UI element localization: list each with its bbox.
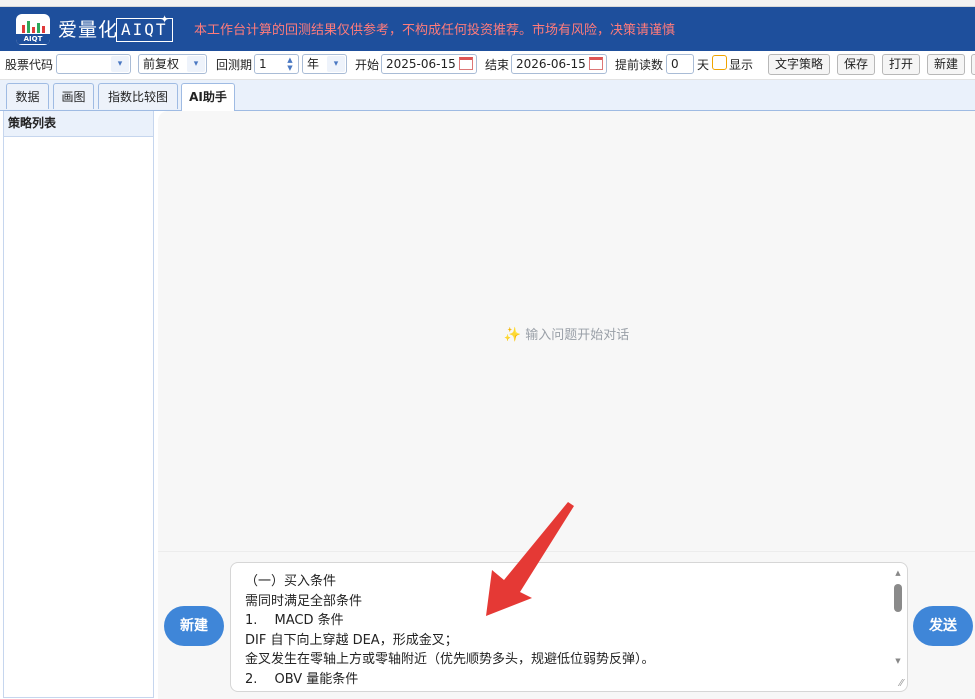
tab-index-compare[interactable]: 指数比较图: [98, 83, 178, 109]
strategy-list-panel: 策略列表: [3, 111, 154, 698]
preload-value: 0: [671, 57, 679, 71]
chat-history: ✨ 输入问题开始对话: [158, 111, 975, 551]
brand-sparkle-icon: ✦: [160, 13, 170, 26]
app-header: AIQT 爱量化 AIQT ✦ 本工作台计算的回测结果仅供参考，不构成任何投资推…: [0, 7, 975, 51]
window-top-strip: [0, 0, 975, 7]
tab-ai-assistant[interactable]: AI助手: [181, 83, 235, 111]
new-chat-button[interactable]: 新建: [164, 606, 224, 646]
brand-name: 爱量化: [58, 19, 119, 41]
annotation-arrow-icon: [486, 502, 574, 616]
text-strategy-button[interactable]: 文字策略: [768, 54, 831, 75]
scroll-thumb[interactable]: [894, 584, 902, 612]
tab-bar: 数据 画图 指数比较图 AI助手: [0, 80, 975, 111]
empty-chat-hint: ✨ 输入问题开始对话: [158, 324, 975, 343]
chevron-down-icon[interactable]: ▾: [327, 56, 345, 72]
preload-input[interactable]: 0: [666, 54, 694, 74]
start-date-input[interactable]: 2025-06-15: [381, 54, 477, 74]
period-value: 1: [259, 57, 267, 71]
new-file-button[interactable]: 新建: [927, 54, 966, 75]
input-scrollbar[interactable]: ▲ ▼: [893, 569, 903, 665]
toolbar: 股票代码 ▾ 前复权 ▾ 回测期 1 ▲ ▼ 年 ▾ 开始 2025-06-15 …: [0, 51, 975, 80]
sparkle-icon: ✨: [503, 327, 522, 343]
chevron-down-icon[interactable]: ▾: [111, 56, 129, 72]
input-line: 2. OBV 量能条件: [245, 671, 359, 687]
calendar-icon[interactable]: [459, 57, 473, 70]
logo-text: AIQT: [16, 34, 50, 44]
chevron-down-icon[interactable]: ▾: [187, 56, 205, 72]
input-line: DIF 自下向上穿越 DEA，形成金叉；: [245, 632, 458, 648]
end-date-input[interactable]: 2026-06-15: [511, 54, 607, 74]
stock-code-select[interactable]: ▾: [56, 54, 131, 74]
spinner-icon[interactable]: ▲ ▼: [283, 56, 297, 72]
tab-draw[interactable]: 画图: [53, 83, 94, 109]
input-line: 金叉发生在零轴上方或零轴附近（优先顺势多头，规避低位弱势反弹）。: [245, 652, 655, 667]
strategy-list-title: 策略列表: [4, 111, 153, 137]
tab-data[interactable]: 数据: [6, 83, 49, 109]
resize-grip-icon[interactable]: ⁄⁄: [900, 678, 903, 689]
preload-unit: 天: [697, 58, 710, 72]
open-button[interactable]: 打开: [882, 54, 921, 75]
show-label: 显示: [729, 58, 754, 72]
show-checkbox[interactable]: [712, 55, 727, 70]
period-unit-select[interactable]: 年 ▾: [302, 54, 347, 74]
adjust-type-select[interactable]: 前复权 ▾: [138, 54, 207, 74]
period-unit-value: 年: [307, 57, 320, 71]
risk-disclaimer: 本工作台计算的回测结果仅供参考，不构成任何投资推荐。市场有风险，决策请谨慎: [194, 23, 676, 38]
end-label: 结束: [485, 58, 510, 72]
toolbar-overflow-button[interactable]: [971, 54, 975, 75]
empty-hint-text: 输入问题开始对话: [525, 328, 630, 343]
send-button[interactable]: 发送: [913, 606, 973, 646]
scroll-down-icon[interactable]: ▼: [893, 657, 903, 665]
period-label: 回测期: [216, 58, 253, 72]
start-label: 开始: [355, 58, 380, 72]
period-input[interactable]: 1 ▲ ▼: [254, 54, 299, 74]
stock-code-label: 股票代码: [5, 58, 54, 72]
end-date-value: 2026-06-15: [516, 57, 586, 71]
preload-label: 提前读数: [615, 58, 664, 72]
adjust-type-value: 前复权: [143, 57, 180, 71]
save-button[interactable]: 保存: [837, 54, 876, 75]
start-date-value: 2025-06-15: [386, 57, 456, 71]
calendar-icon[interactable]: [589, 57, 603, 70]
app-logo: AIQT: [16, 14, 50, 45]
scroll-up-icon[interactable]: ▲: [893, 569, 903, 577]
